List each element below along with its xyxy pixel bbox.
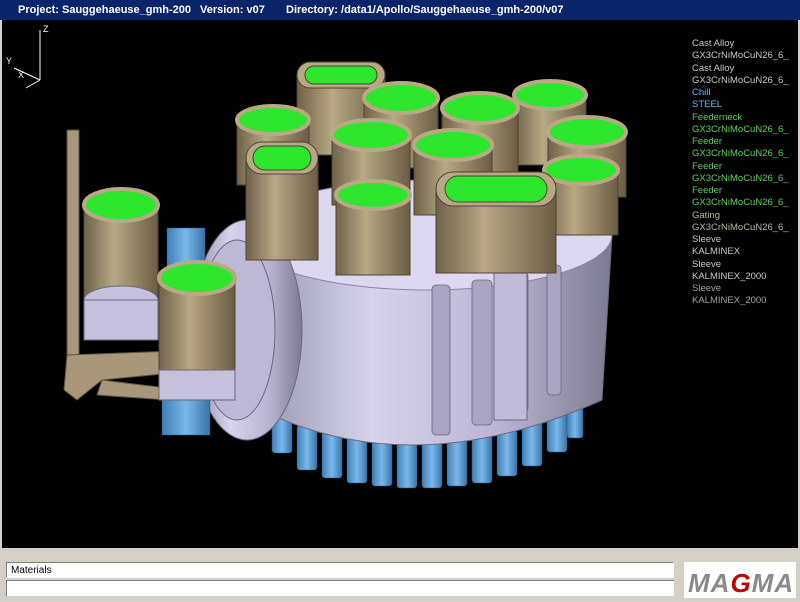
message-field (6, 580, 674, 596)
legend-entry: Gating (692, 209, 720, 221)
3d-viewport[interactable]: Cast Alloy GX3CrNiMoCuN26_6_ Cast Alloy GX3… (2, 20, 798, 548)
legend-entry: STEEL (692, 99, 723, 111)
materials-status-field: Materials (6, 562, 674, 578)
legend-entry: GX3CrNiMoCuN26_6_ (692, 123, 789, 135)
legend-entry: GX3CrNiMoCuN26_6_ (692, 74, 789, 86)
version-label: Version: v07 (200, 4, 265, 16)
materials-legend: Cast Alloy GX3CrNiMoCuN26_6_ Cast Alloy GX3… (692, 38, 789, 308)
legend-entry: KALMINEX (692, 246, 741, 258)
side-feeder-left (82, 187, 160, 341)
legend-entry: Feeder (692, 136, 723, 147)
axis-z-label: Z (43, 24, 49, 34)
magma-logo: MAGMA (684, 562, 796, 598)
legend-entry: GX3CrNiMoCuN26_6_ (692, 197, 789, 209)
window-titlebar: Project: Sauggehaeuse_gmh-200 Version: v… (0, 0, 800, 20)
legend-entry: Sleeve (692, 283, 722, 294)
legend-entry: Feeder (692, 160, 723, 172)
legend-entry: Cast Alloy (692, 62, 735, 74)
legend-entry: Chill (692, 87, 711, 98)
legend-entry: Feederneck (692, 111, 743, 123)
legend-entry: GX3CrNiMoCuN26_6_ (692, 221, 789, 233)
axis-y-label: Y (6, 56, 12, 66)
legend-entry: Cast Alloy (692, 38, 735, 49)
legend-entry: Sleeve (692, 234, 722, 245)
directory-label: Directory: /data1/Apollo/Sauggehaeuse_gm… (286, 4, 564, 16)
side-feeder-right (157, 260, 237, 401)
casting-model-render (63, 61, 628, 489)
legend-entry: GX3CrNiMoCuN26_6_ (692, 50, 789, 62)
legend-entry: Feeder (692, 185, 723, 196)
status-bar: Materials MAGMA (0, 548, 800, 602)
project-label: Project: Sauggehaeuse_gmh-200 (18, 4, 192, 16)
legend-entry: GX3CrNiMoCuN26_6_ (692, 172, 789, 184)
axis-x-label: X (18, 70, 24, 80)
axis-triad: Z Y X (6, 24, 49, 89)
legend-entry: Sleeve (692, 258, 722, 270)
legend-entry: KALMINEX_2000 (692, 295, 767, 307)
legend-entry: KALMINEX_2000 (692, 270, 767, 282)
legend-entry: GX3CrNiMoCuN26_6_ (692, 148, 789, 160)
